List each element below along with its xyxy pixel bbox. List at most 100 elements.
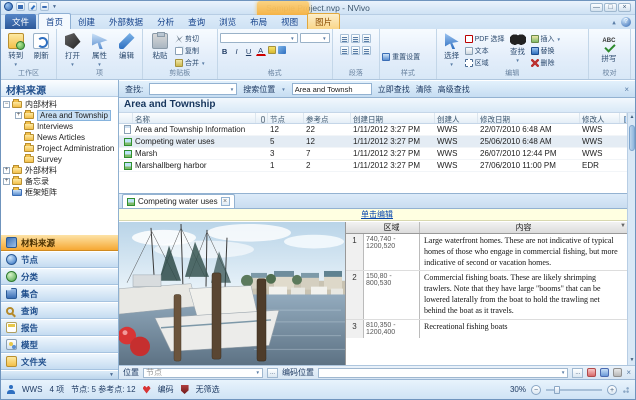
expand-icon[interactable]: +	[3, 167, 10, 174]
refresh-button[interactable]: 刷新	[29, 31, 55, 61]
tab-view[interactable]: 视图	[274, 14, 305, 29]
pen-color-icon[interactable]	[278, 46, 286, 54]
list-row-marsh[interactable]: Marsh 3 7 1/11/2012 3:27 PM WWS 26/07/20…	[119, 148, 627, 160]
tab-create[interactable]: 创建	[71, 14, 102, 29]
find-now-button[interactable]: 立即查找	[378, 84, 410, 95]
nav-folders[interactable]: 文件夹	[1, 353, 118, 370]
reset-settings-button[interactable]: 重置设置	[382, 52, 420, 62]
scrollbar-thumb[interactable]	[629, 125, 635, 151]
footer-close-icon[interactable]: ×	[626, 368, 631, 377]
zoom-out-button[interactable]: −	[531, 385, 541, 395]
location-browse-button[interactable]: ...	[267, 368, 278, 378]
column-references[interactable]: 参考点	[304, 113, 351, 123]
tree-item-project-administration[interactable]: Project Administration	[1, 143, 118, 154]
outdent-icon[interactable]	[362, 34, 371, 43]
code-at-browse-button[interactable]: ...	[572, 368, 583, 378]
region-selection-button[interactable]: 区域	[465, 58, 505, 68]
insert-button[interactable]: 插入 ▼	[531, 34, 561, 44]
bullet-list-icon[interactable]	[340, 34, 349, 43]
code-at-combo[interactable]: ▼	[318, 368, 568, 378]
list-row-area-and-township-information[interactable]: Area and Township Information 12 22 1/11…	[119, 124, 627, 136]
maximize-button[interactable]: □	[604, 3, 617, 12]
tab-external-data[interactable]: 外部数据	[102, 14, 150, 29]
nav-queries[interactable]: 查询	[1, 302, 118, 319]
tree-item-news-articles[interactable]: News Articles	[1, 132, 118, 143]
tree-item-framework-matrices[interactable]: 框架矩阵	[1, 187, 118, 198]
help-icon[interactable]: ?	[621, 17, 631, 27]
nav-reports[interactable]: 报告	[1, 319, 118, 336]
list-row-marshallberg-harbor[interactable]: Marshallberg harbor 1 2 1/11/2012 3:27 P…	[119, 160, 627, 172]
open-button[interactable]: 打开 ▼	[59, 31, 86, 67]
minimize-button[interactable]: —	[590, 3, 603, 12]
detail-tab-competing-water-uses[interactable]: Competing water uses ×	[122, 194, 235, 208]
expand-icon[interactable]: +	[3, 178, 10, 185]
zoom-slider-thumb[interactable]	[554, 386, 560, 394]
font-color-button[interactable]: A	[256, 46, 266, 56]
column-created-by[interactable]: 创建人	[435, 113, 478, 123]
indent-icon[interactable]	[340, 46, 349, 55]
select-button[interactable]: 选择 ▼	[439, 31, 465, 67]
column-name[interactable]: 名称	[133, 113, 256, 123]
expand-icon[interactable]: +	[15, 112, 22, 119]
advanced-find-button[interactable]: 高级查找	[438, 84, 470, 95]
delete-button[interactable]: 删除	[531, 58, 561, 68]
vertical-scrollbar[interactable]: ▲ ▼	[627, 113, 635, 365]
location-combo[interactable]: 节点 ▼	[143, 368, 263, 378]
align-center-icon[interactable]	[362, 46, 371, 55]
tab-analyze[interactable]: 分析	[150, 14, 181, 29]
nav-nodes[interactable]: 节点	[1, 251, 118, 268]
column-chooser[interactable]	[620, 113, 627, 123]
tab-explore[interactable]: 浏览	[212, 14, 243, 29]
log-row-2[interactable]: 2 150,80 - 800,530 Commercial fishing bo…	[346, 271, 627, 319]
coding-options-icon[interactable]	[613, 368, 622, 377]
find-combo[interactable]: ▼	[149, 83, 237, 95]
tab-picture-contextual[interactable]: 图片	[307, 13, 340, 29]
pdf-selection-button[interactable]: PDF 选择	[465, 34, 505, 44]
search-location-input[interactable]	[292, 83, 372, 95]
tree-item-externals[interactable]: + 外部材料	[1, 165, 118, 176]
log-row-3[interactable]: 3 810,350 - 1200,400 Recreational fishin…	[346, 320, 627, 338]
font-size-combo[interactable]: ▼	[300, 33, 330, 43]
column-created-on[interactable]: 创建日期	[351, 113, 435, 123]
find-bar-close-icon[interactable]: ×	[624, 85, 629, 94]
highlight-icon[interactable]	[268, 46, 276, 54]
paste-button[interactable]: 粘贴	[145, 31, 175, 61]
copy-button[interactable]: 复制	[175, 46, 205, 56]
scroll-down-icon[interactable]: ▼	[628, 356, 636, 365]
tab-query[interactable]: 查询	[181, 14, 212, 29]
tree-item-interviews[interactable]: Interviews	[1, 121, 118, 132]
italic-button[interactable]: I	[232, 46, 242, 56]
code-button-icon[interactable]	[587, 368, 596, 377]
column-modified-by[interactable]: 修改人	[580, 113, 620, 123]
tab-layout[interactable]: 布局	[243, 14, 274, 29]
minimize-ribbon-icon[interactable]: ▼	[611, 19, 617, 25]
list-row-competing-water-uses[interactable]: Competing water uses 5 12 1/11/2012 3:27…	[119, 136, 627, 148]
column-attachment[interactable]	[256, 113, 268, 123]
properties-button[interactable]: 属性 ▼	[86, 31, 113, 67]
tab-home[interactable]: 首页	[38, 13, 71, 29]
replace-button[interactable]: 替换	[531, 46, 561, 56]
text-selection-button[interactable]: 文本	[465, 46, 505, 56]
nav-classifications[interactable]: 分类	[1, 268, 118, 285]
detail-tab-close-icon[interactable]: ×	[221, 197, 230, 206]
scroll-up-icon[interactable]: ▲	[628, 113, 636, 122]
clear-button[interactable]: 清除	[416, 84, 432, 95]
merge-button[interactable]: 合并 ▼	[175, 58, 205, 68]
bold-button[interactable]: B	[220, 46, 230, 56]
zoom-slider[interactable]	[546, 389, 602, 391]
column-modified-on[interactable]: 修改日期	[478, 113, 580, 123]
tab-file[interactable]: 文件	[5, 14, 36, 29]
spelling-button[interactable]: ABC 拼写	[591, 36, 627, 64]
underline-button[interactable]: U	[244, 46, 254, 56]
uncode-button-icon[interactable]	[600, 368, 609, 377]
row-icon-column[interactable]	[119, 113, 133, 123]
font-name-combo[interactable]: ▼	[220, 33, 298, 43]
zoom-in-button[interactable]: +	[607, 385, 617, 395]
table-scroll-icon[interactable]: ▼	[620, 223, 626, 229]
numbered-list-icon[interactable]	[351, 34, 360, 43]
collapse-icon[interactable]: −	[3, 101, 10, 108]
log-row-1[interactable]: 1 740,740 - 1200,520 Large waterfront ho…	[346, 234, 627, 271]
tree-item-area-and-township[interactable]: + Area and Township	[1, 110, 118, 121]
nav-collections[interactable]: 集合	[1, 285, 118, 302]
column-region[interactable]: 区域	[364, 222, 420, 233]
